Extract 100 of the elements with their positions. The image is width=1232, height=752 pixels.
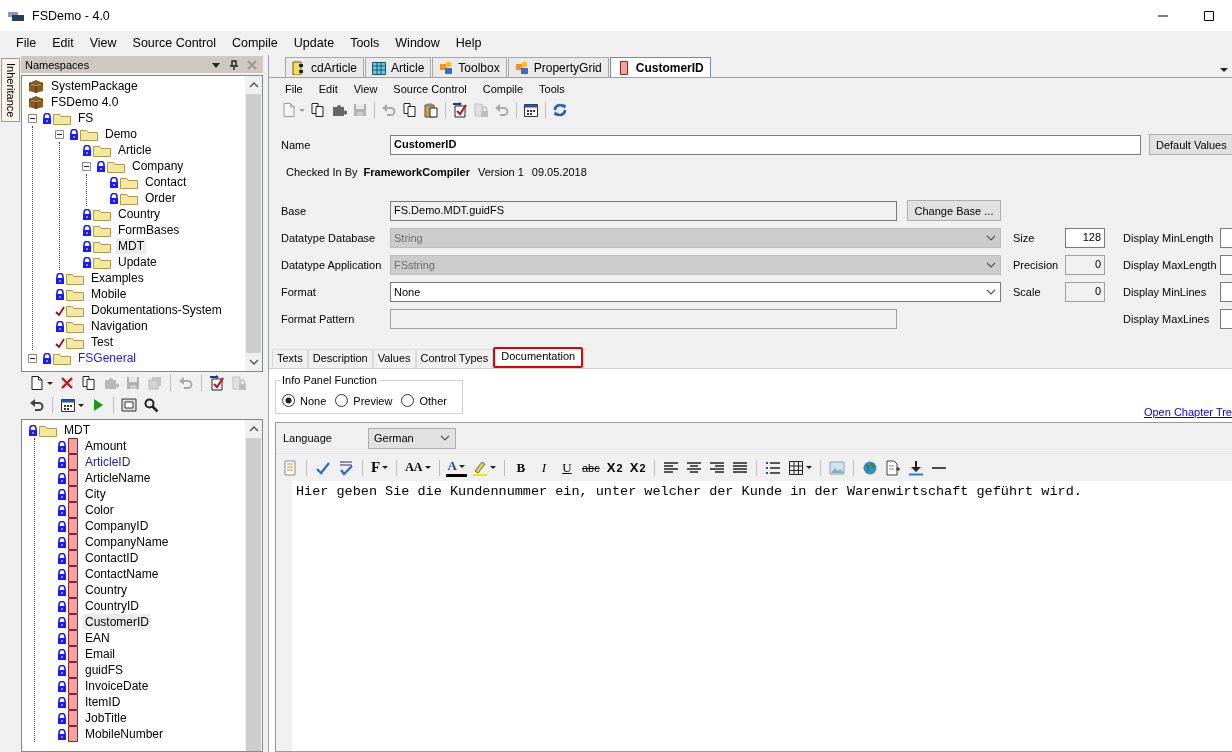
text-field[interactable]: CustomerID	[390, 134, 1141, 155]
menu-item[interactable]: Edit	[44, 36, 82, 50]
tree-item[interactable]: Country	[116, 206, 163, 222]
document-tab[interactable]: PropertyGrid	[507, 57, 609, 77]
menu-item[interactable]: Update	[285, 36, 343, 50]
screen-icon	[121, 397, 137, 413]
menu-item[interactable]: Tools	[531, 83, 573, 95]
side-tab[interactable]: Inheritance	[1, 58, 20, 123]
tab[interactable]: Description	[307, 349, 373, 368]
menu-item[interactable]: Edit	[310, 83, 346, 95]
menu-item[interactable]: View	[81, 36, 125, 50]
tree-item[interactable]: FormBases	[116, 222, 182, 238]
tree-item[interactable]: MobileNumber	[83, 726, 166, 742]
tree-item[interactable]: MDT	[116, 238, 146, 254]
tree-item[interactable]: Company	[130, 158, 186, 174]
document-tab[interactable]: cdArticle	[285, 57, 364, 77]
font-button[interactable]: F	[369, 457, 391, 478]
tree-item[interactable]: Country	[83, 582, 130, 598]
tree-item[interactable]: Test	[89, 334, 115, 350]
tree-item[interactable]: CountryID	[83, 598, 142, 614]
tree-item[interactable]: SystemPackage	[49, 78, 140, 94]
menu-item[interactable]: Compile	[474, 83, 532, 95]
default-values-button[interactable]: Default Values	[1149, 134, 1232, 155]
tree-item[interactable]: Contact	[143, 174, 189, 190]
tree-item[interactable]: FSDemo 4.0	[49, 94, 121, 110]
scroll-up-icon	[248, 82, 259, 88]
screen-button[interactable]	[119, 395, 139, 415]
tree-item[interactable]: ContactID	[83, 550, 141, 566]
menu-item[interactable]: Help	[447, 36, 490, 50]
tree-item[interactable]: Update	[116, 254, 159, 270]
tree-item[interactable]: FSGeneral	[76, 350, 139, 366]
check-in-button[interactable]	[450, 100, 470, 120]
tree-item[interactable]: JobTitle	[83, 710, 129, 726]
scrollbar[interactable]	[245, 420, 262, 751]
font-color-button[interactable]: A	[445, 458, 467, 477]
date-text: 09.05.2018	[531, 166, 587, 178]
underline-button[interactable]: U	[556, 457, 577, 478]
collapse-icon[interactable]	[55, 129, 64, 139]
change-base-button[interactable]: Change Base ...	[907, 200, 1001, 221]
dropdown[interactable]: None	[390, 281, 1001, 302]
bold-button[interactable]: B	[510, 457, 531, 478]
tree-item[interactable]: Demo	[103, 126, 139, 142]
tree-item[interactable]: Color	[83, 502, 116, 518]
tree-item[interactable]: City	[83, 486, 108, 502]
check-in-button[interactable]	[207, 373, 227, 393]
tree-item[interactable]: Amount	[83, 438, 129, 454]
document-tab[interactable]: Article	[365, 57, 432, 77]
tree-item[interactable]: Navigation	[89, 318, 150, 334]
link[interactable]: Open Chapter Tre	[1143, 406, 1232, 418]
tree-item[interactable]: Article	[116, 142, 154, 158]
tree-item[interactable]: FS	[76, 110, 96, 126]
menu-item[interactable]: View	[345, 83, 386, 95]
tree-item[interactable]: Order	[143, 190, 178, 206]
strikethrough-button[interactable]: abc	[579, 457, 602, 478]
tree-item[interactable]: CustomerID	[83, 614, 151, 630]
menu-item[interactable]: File	[277, 83, 311, 95]
scrollbar[interactable]	[245, 76, 262, 371]
radio-button[interactable]: None	[282, 394, 327, 407]
tree-item[interactable]: MDT	[62, 422, 92, 438]
tab[interactable]: Documentation	[493, 347, 584, 368]
collapse-icon[interactable]	[28, 113, 37, 123]
radio-button[interactable]: Other	[401, 394, 447, 407]
field-icon	[68, 646, 78, 662]
tab[interactable]: Values	[372, 349, 416, 368]
tree-item[interactable]: ArticleID	[83, 454, 133, 470]
tab[interactable]: Texts	[272, 349, 308, 368]
collapse-icon[interactable]	[28, 353, 37, 363]
menu-item[interactable]: Source Control	[124, 36, 224, 50]
dropdown[interactable]: German	[368, 427, 456, 449]
menu-item[interactable]: File	[8, 36, 45, 50]
italic-button[interactable]: I	[533, 457, 554, 478]
tree-item[interactable]: ContactName	[83, 566, 161, 582]
radio-button[interactable]: Preview	[335, 394, 393, 407]
text-field[interactable]: FS.Demo.MDT.guidFS	[390, 200, 897, 221]
tree-item[interactable]: InvoiceDate	[83, 678, 151, 694]
tree-item[interactable]: Mobile	[89, 286, 129, 302]
document-tab[interactable]: CustomerID	[609, 57, 711, 77]
tree-item[interactable]: Dokumentations-System	[89, 302, 224, 318]
menu-item[interactable]: Window	[387, 36, 448, 50]
tab[interactable]: Control Types	[415, 349, 494, 368]
tree-item[interactable]: Email	[83, 646, 117, 662]
text-area[interactable]: Hier geben Sie die Kundennummer ein, unter welcher der Kunde in der Warenwirtschaft geführt wird.	[292, 481, 1232, 751]
scroll-thumb[interactable]	[246, 438, 261, 751]
font-size-button[interactable]: AA	[403, 457, 433, 478]
collapse-icon[interactable]	[82, 161, 91, 171]
tree-item[interactable]: ItemID	[83, 694, 123, 710]
tree-item[interactable]: guidFS	[83, 662, 126, 678]
document-tab[interactable]: Toolbox	[432, 57, 507, 77]
tree-item[interactable]: ArticleName	[83, 470, 153, 486]
menu-item[interactable]: Compile	[223, 36, 286, 50]
menu-item[interactable]: Source Control	[385, 83, 475, 95]
tree-item[interactable]: Examples	[89, 270, 146, 286]
tree-item[interactable]: CompanyID	[83, 518, 151, 534]
window-title: FSDemo - 4.0	[32, 8, 110, 23]
field-icon	[68, 486, 78, 502]
folder-icon	[120, 191, 138, 205]
scroll-thumb[interactable]	[246, 94, 261, 353]
tree-item[interactable]: EAN	[83, 630, 112, 646]
tree-item[interactable]: CompanyName	[83, 534, 171, 550]
menu-item[interactable]: Tools	[342, 36, 388, 50]
